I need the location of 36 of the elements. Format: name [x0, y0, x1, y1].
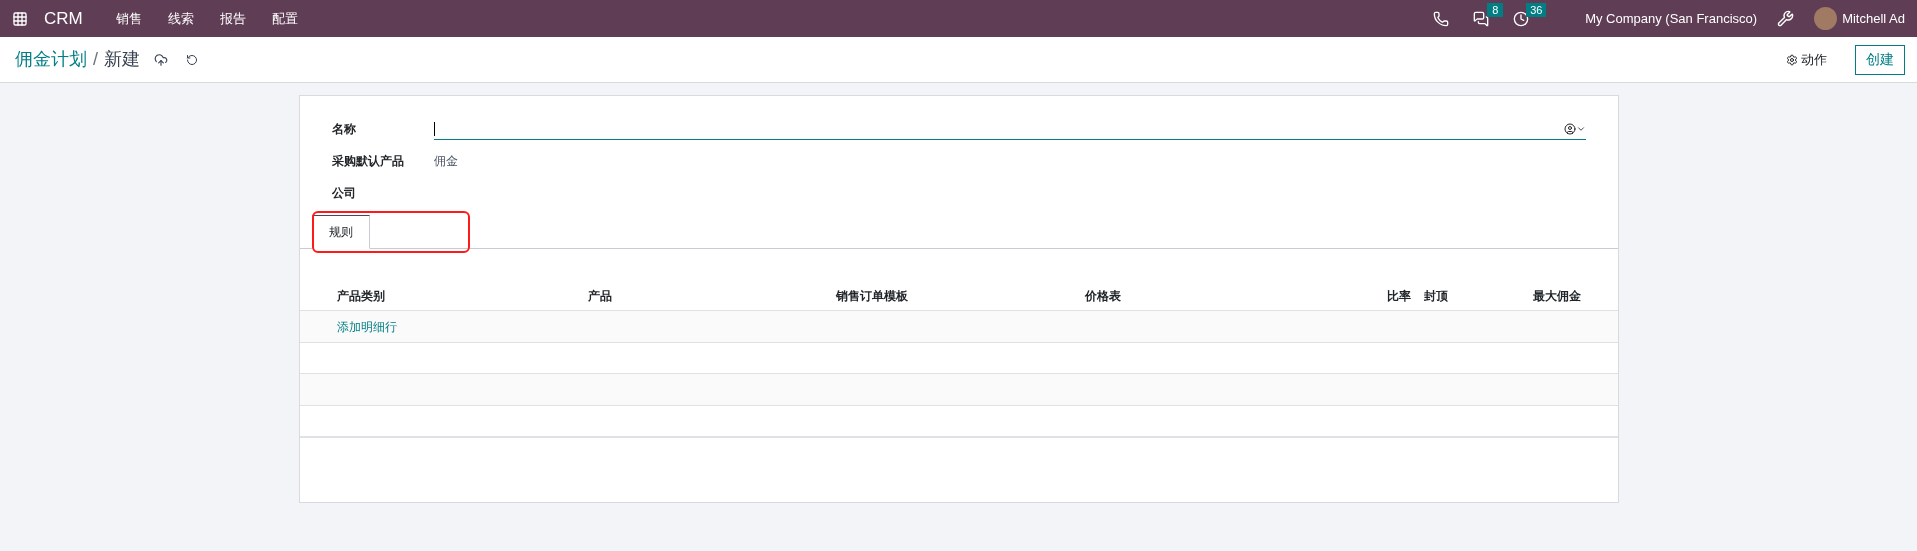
company-switcher[interactable]: My Company (San Francisco) — [1585, 8, 1758, 29]
message-count: 8 — [1487, 2, 1504, 17]
tools-icon[interactable] — [1777, 10, 1795, 27]
avatar-dropdown-icon[interactable] — [1563, 122, 1586, 135]
breadcrumb-link[interactable]: 佣金计划 — [15, 46, 87, 73]
app-name[interactable]: CRM — [44, 5, 83, 32]
activity-icon[interactable] — [1513, 10, 1530, 27]
create-button[interactable]: 创建 — [1855, 44, 1905, 75]
column-header[interactable]: 比率 — [1386, 289, 1411, 304]
column-header[interactable]: 销售订单模板 — [835, 289, 908, 304]
menu-item[interactable]: 配置 — [258, 8, 311, 29]
menu-item[interactable]: 报告 — [206, 8, 259, 29]
field-label: 名称 — [331, 121, 357, 138]
column-header[interactable]: 最大佣金 — [1532, 289, 1581, 304]
discard-icon[interactable] — [186, 53, 198, 66]
gear-icon — [1786, 53, 1798, 66]
field-label: 采购默认产品 — [331, 153, 405, 170]
breadcrumb-separator: / — [93, 48, 98, 71]
field-label: 公司 — [331, 185, 357, 202]
chat-icon[interactable] — [1473, 10, 1490, 27]
add-line-link[interactable]: 添加明细行 — [336, 317, 397, 336]
menu-item[interactable]: 线索 — [154, 8, 207, 29]
activity-count: 36 — [1526, 2, 1547, 17]
apps-menu-icon[interactable] — [12, 10, 28, 27]
save-icon[interactable] — [154, 52, 168, 67]
phone-icon[interactable] — [1433, 10, 1450, 27]
breadcrumb-current: 新建 — [104, 48, 140, 71]
tab[interactable]: 规则 — [311, 215, 370, 249]
column-header[interactable]: 价格表 — [1084, 289, 1121, 304]
column-header[interactable]: 封顶 — [1423, 289, 1448, 304]
actions-menu[interactable]: 动作 — [1786, 49, 1827, 70]
user-name[interactable]: Mitchell Ad — [1842, 8, 1905, 29]
column-header[interactable]: 产品类别 — [336, 289, 385, 304]
field-value: 佣金 — [433, 153, 458, 170]
menu-item[interactable]: 销售 — [102, 8, 155, 29]
column-header[interactable]: 产品 — [587, 289, 612, 304]
